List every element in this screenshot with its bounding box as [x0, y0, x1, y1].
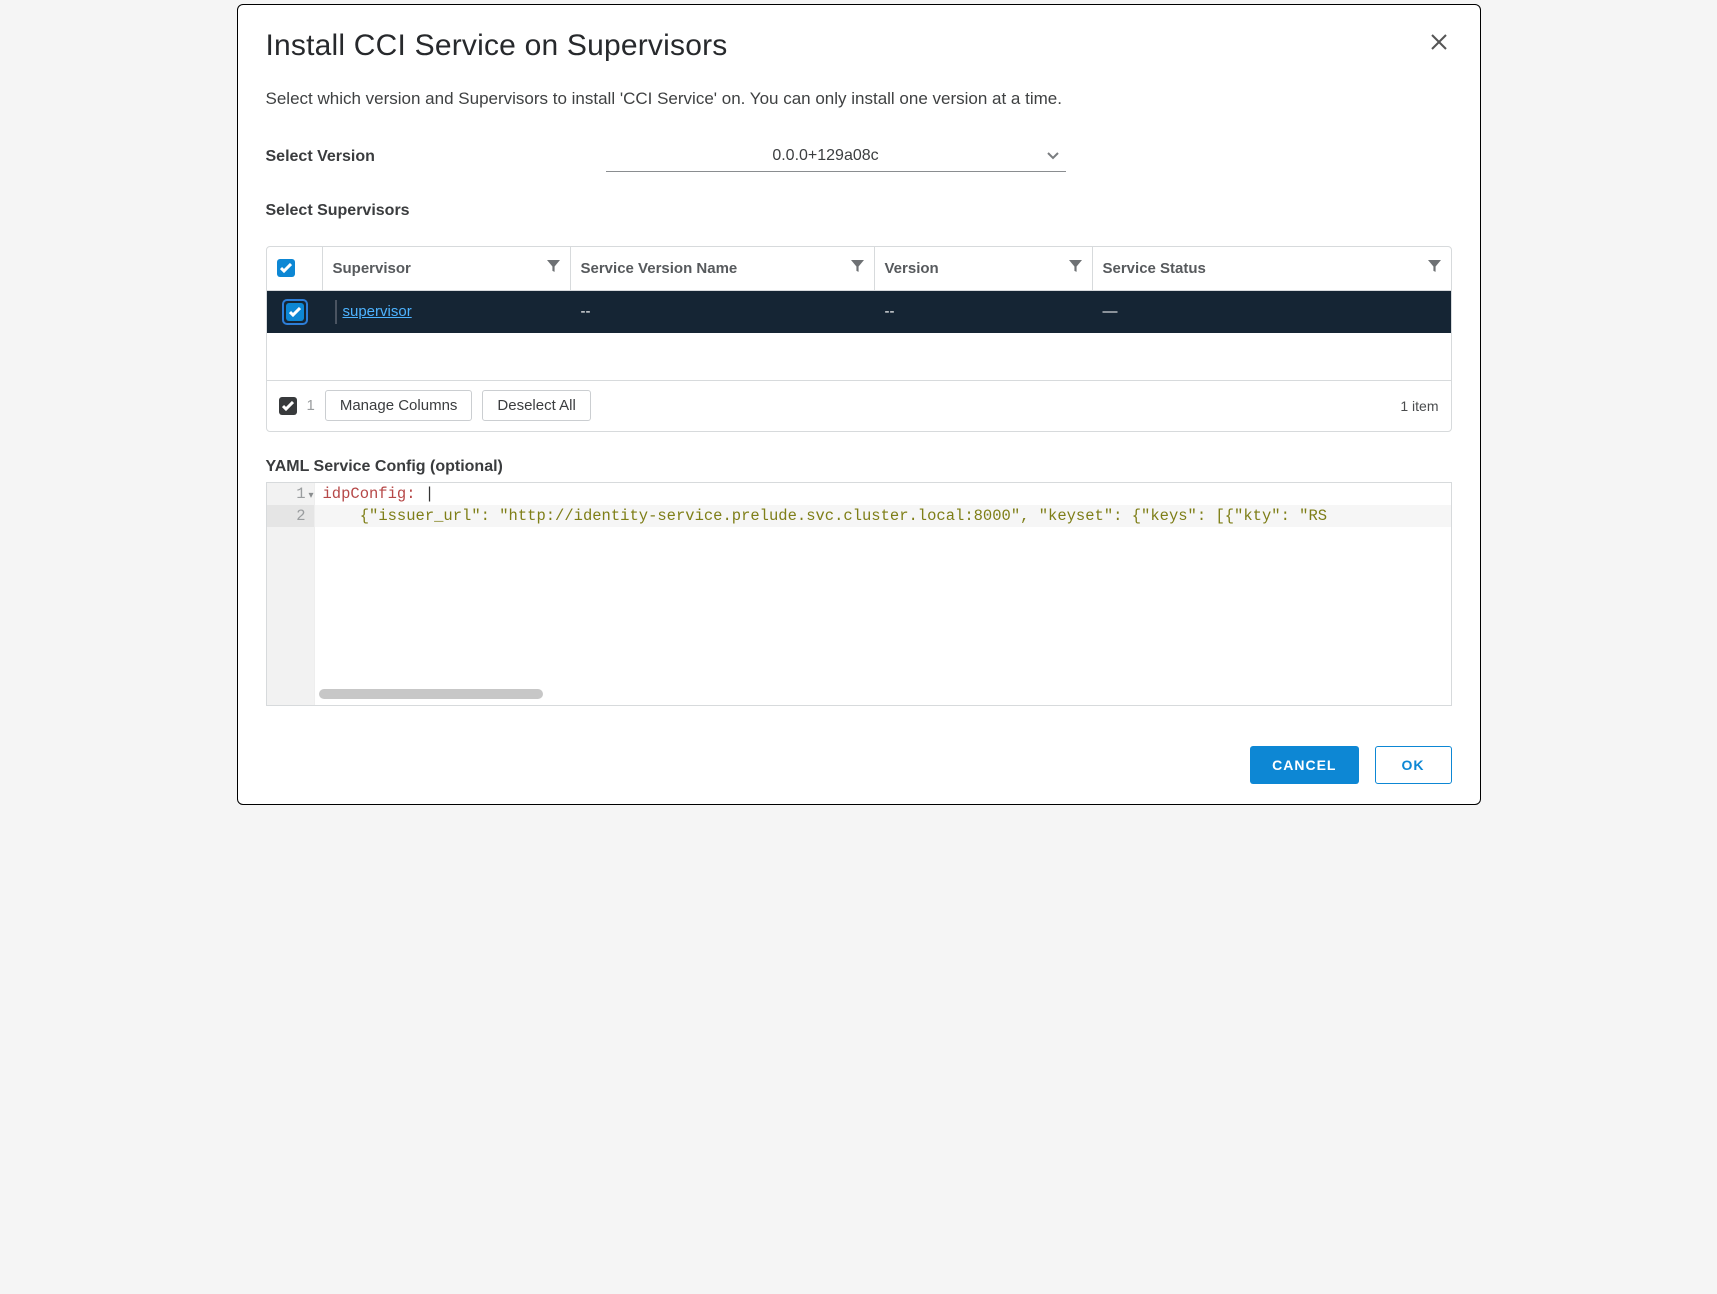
table-header: Supervisor Service Version Name Version …: [267, 247, 1451, 291]
row-service-status: —: [1093, 291, 1451, 333]
table-footer: 1 Manage Columns Deselect All 1 item: [267, 381, 1451, 431]
close-button[interactable]: [1426, 29, 1452, 59]
header-status-label: Service Status: [1103, 260, 1206, 277]
row-version: --: [875, 291, 1093, 333]
row-checkbox-cell: [267, 291, 323, 333]
dialog-description: Select which version and Supervisors to …: [266, 87, 1452, 111]
selection-indicator-checkbox[interactable]: [279, 397, 297, 415]
selected-count: 1: [307, 397, 315, 414]
filter-icon[interactable]: [851, 260, 864, 277]
yaml-lines: 1 ▾ idpConfig: | 2 {"issuer_url": "http:…: [267, 483, 1451, 527]
row-supervisor: supervisor: [323, 291, 571, 333]
yaml-code-1: idpConfig: |: [315, 483, 1451, 505]
table-blank-area: [267, 333, 1451, 381]
version-select-value: 0.0.0+129a08c: [606, 143, 1066, 172]
header-service-status[interactable]: Service Status: [1093, 247, 1451, 290]
header-version[interactable]: Version: [875, 247, 1093, 290]
yaml-content: {"issuer_url": "http://identity-service.…: [360, 507, 1327, 525]
manage-columns-button[interactable]: Manage Columns: [325, 390, 473, 421]
install-dialog: Install CCI Service on Supervisors Selec…: [237, 4, 1481, 805]
row-checkbox[interactable]: [286, 303, 304, 321]
header-service-version-name[interactable]: Service Version Name: [571, 247, 875, 290]
yaml-line-number: 2: [296, 507, 305, 525]
filter-icon[interactable]: [1428, 260, 1441, 277]
row-checkbox-focus-ring: [282, 299, 308, 325]
yaml-gutter-fill: [267, 527, 315, 706]
dialog-footer: CANCEL OK: [266, 746, 1452, 784]
filter-icon[interactable]: [547, 260, 560, 277]
yaml-editor[interactable]: 1 ▾ idpConfig: | 2 {"issuer_url": "http:…: [266, 482, 1452, 706]
version-select[interactable]: 0.0.0+129a08c: [606, 143, 1066, 172]
supervisor-link[interactable]: supervisor: [335, 300, 412, 324]
yaml-line-1: 1 ▾ idpConfig: |: [267, 483, 1451, 505]
supervisors-label: Select Supervisors: [266, 202, 1452, 220]
yaml-gutter-2: 2: [267, 505, 315, 527]
supervisors-table: Supervisor Service Version Name Version …: [266, 246, 1452, 432]
yaml-line-number: 1: [296, 485, 305, 503]
dialog-title: Install CCI Service on Supervisors: [266, 29, 728, 63]
header-version-label: Version: [885, 260, 939, 277]
yaml-tail: |: [416, 485, 435, 503]
header-checkbox-cell: [267, 247, 323, 290]
deselect-all-button[interactable]: Deselect All: [482, 390, 590, 421]
yaml-indent: [323, 507, 360, 525]
version-row: Select Version 0.0.0+129a08c: [266, 143, 1452, 172]
item-count: 1 item: [1400, 398, 1438, 414]
yaml-horizontal-scrollbar[interactable]: [319, 689, 543, 699]
yaml-line-2: 2 {"issuer_url": "http://identity-servic…: [267, 505, 1451, 527]
ok-button[interactable]: OK: [1375, 746, 1452, 784]
table-footer-left: 1 Manage Columns Deselect All: [279, 390, 591, 421]
yaml-config-label: YAML Service Config (optional): [266, 458, 1452, 476]
row-service-version-name: --: [571, 291, 875, 333]
yaml-gutter-1: 1 ▾: [267, 483, 315, 505]
yaml-key: idpConfig:: [323, 485, 416, 503]
select-all-checkbox[interactable]: [277, 259, 295, 277]
close-icon: [1430, 31, 1448, 56]
yaml-code-2: {"issuer_url": "http://identity-service.…: [315, 505, 1451, 527]
table-row[interactable]: supervisor -- -- —: [267, 291, 1451, 333]
yaml-fill: [267, 527, 1451, 706]
cancel-button[interactable]: CANCEL: [1250, 746, 1358, 784]
header-supervisor[interactable]: Supervisor: [323, 247, 571, 290]
version-label: Select Version: [266, 148, 606, 166]
filter-icon[interactable]: [1069, 260, 1082, 277]
header-svn-label: Service Version Name: [581, 260, 738, 277]
header-supervisor-label: Supervisor: [333, 260, 411, 277]
dialog-header: Install CCI Service on Supervisors: [266, 29, 1452, 63]
